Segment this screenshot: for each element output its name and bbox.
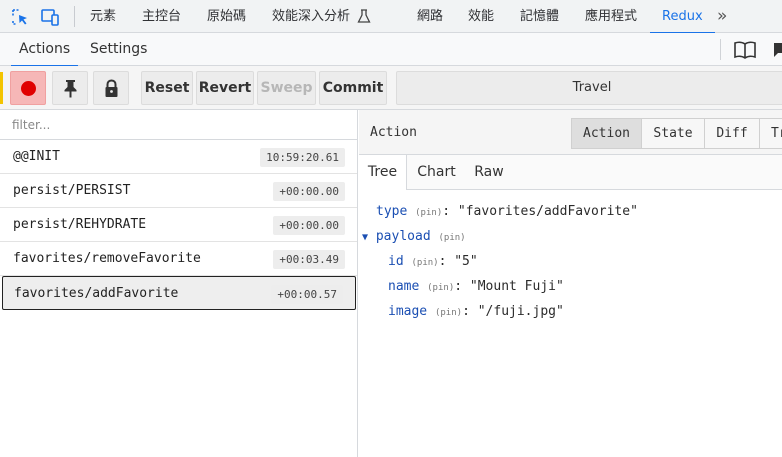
action-name: persist/PERSIST <box>13 183 131 198</box>
tab-performance-insights[interactable]: 效能深入分析 <box>272 0 350 33</box>
more-tabs-chevron-icon[interactable]: » <box>717 0 727 33</box>
tree-value: "Mount Fuji" <box>469 279 564 294</box>
record-button[interactable] <box>10 71 46 105</box>
divider <box>720 39 721 60</box>
tree-row-type[interactable]: type (pin): "favorites/addFavorite" <box>376 204 638 219</box>
tab-redux[interactable]: Redux <box>650 0 715 34</box>
tab-raw[interactable]: Raw <box>467 155 511 190</box>
action-row-selected[interactable]: favorites/addFavorite +00:00.57 <box>2 276 356 310</box>
lock-button[interactable] <box>93 71 129 105</box>
sweep-button[interactable]: Sweep <box>257 71 316 105</box>
tree-key: payload <box>375 229 431 244</box>
book-icon[interactable] <box>733 41 757 59</box>
pin-link[interactable]: (pin) <box>415 208 442 218</box>
tree-row[interactable]: id (pin): "5" <box>388 254 478 269</box>
redux-subtabs: Actions Settings <box>0 33 782 67</box>
tab-console[interactable]: 主控台 <box>142 0 181 33</box>
pin-link[interactable]: (pin) <box>435 308 462 318</box>
action-timestamp: 10:59:20.61 <box>260 148 345 167</box>
tree-value: "5" <box>454 254 478 269</box>
inspect-element-icon[interactable] <box>10 7 30 27</box>
action-row[interactable]: persist/REHYDRATE +00:00.00 <box>0 208 357 242</box>
tab-memory[interactable]: 記憶體 <box>520 0 559 33</box>
tab-actions[interactable]: Actions <box>10 33 79 67</box>
tab-elements[interactable]: 元素 <box>90 0 116 33</box>
inspector-pane: Action Action State Diff Tr Tree Chart R… <box>359 110 782 457</box>
action-timestamp: +00:03.49 <box>273 250 345 269</box>
pin-link[interactable]: (pin) <box>411 258 438 268</box>
action-timestamp: +00:00.00 <box>273 216 345 235</box>
mode-action-button[interactable]: Action <box>571 118 642 149</box>
tab-settings[interactable]: Settings <box>90 33 147 66</box>
tab-sources[interactable]: 原始碼 <box>207 0 246 33</box>
tree-key: name <box>388 279 420 294</box>
tab-chart[interactable]: Chart <box>414 155 459 190</box>
action-timestamp: +00:00.57 <box>271 285 343 304</box>
action-name: persist/REHYDRATE <box>13 217 147 232</box>
lock-icon <box>105 79 118 97</box>
tree-row[interactable]: image (pin): "/fuji.jpg" <box>388 304 564 319</box>
action-row[interactable]: favorites/removeFavorite +00:03.49 <box>0 242 357 276</box>
divider <box>74 6 75 27</box>
pin-icon <box>64 80 77 98</box>
device-toolbar-icon[interactable] <box>40 7 60 27</box>
pin-link[interactable]: (pin) <box>427 283 454 293</box>
tab-network[interactable]: 網路 <box>417 0 443 33</box>
action-name: @@INIT <box>13 149 60 164</box>
tree-value: "favorites/addFavorite" <box>457 204 638 219</box>
action-name: favorites/removeFavorite <box>13 251 201 266</box>
tree-row-payload[interactable]: ▼ payload (pin) <box>362 229 466 244</box>
reset-button[interactable]: Reset <box>141 71 193 105</box>
action-list-pane: filter... @@INIT 10:59:20.61 persist/PER… <box>0 110 358 457</box>
action-row[interactable]: @@INIT 10:59:20.61 <box>0 140 357 174</box>
mode-test-button[interactable]: Tr <box>759 118 782 149</box>
tab-application[interactable]: 應用程式 <box>585 0 637 33</box>
tree-row[interactable]: name (pin): "Mount Fuji" <box>388 279 564 294</box>
pin-button[interactable] <box>52 71 88 105</box>
devtools-tab-strip: 元素 主控台 原始碼 效能深入分析 網路 效能 記憶體 應用程式 Redux » <box>0 0 782 34</box>
expand-arrow-icon[interactable]: ▼ <box>362 232 368 243</box>
action-row[interactable]: persist/PERSIST +00:00.00 <box>0 174 357 208</box>
commit-button[interactable]: Commit <box>319 71 387 105</box>
inspector-title: Action <box>370 125 417 140</box>
revert-button[interactable]: Revert <box>196 71 254 105</box>
mode-state-button[interactable]: State <box>641 118 705 149</box>
tree-key: id <box>388 254 404 269</box>
action-name: favorites/addFavorite <box>14 286 179 301</box>
action-timestamp: +00:00.00 <box>273 182 345 201</box>
tree-value: "/fuji.jpg" <box>477 304 564 319</box>
chat-icon[interactable] <box>772 41 782 59</box>
travel-button[interactable]: Travel <box>396 71 782 105</box>
view-tabs: Tree Chart Raw <box>359 155 782 190</box>
tree-key: type <box>376 204 408 219</box>
pin-link[interactable]: (pin) <box>438 233 465 243</box>
tab-tree[interactable]: Tree <box>359 155 407 190</box>
inspector-header: Action Action State Diff Tr <box>359 110 782 155</box>
flask-icon <box>357 9 371 23</box>
tree-key: image <box>388 304 428 319</box>
tab-performance[interactable]: 效能 <box>468 0 494 33</box>
record-icon <box>21 81 36 96</box>
action-toolbar: Reset Revert Sweep Commit Travel <box>0 66 782 110</box>
filter-input[interactable]: filter... <box>0 110 358 140</box>
mode-diff-button[interactable]: Diff <box>704 118 760 149</box>
active-indicator <box>0 72 3 104</box>
